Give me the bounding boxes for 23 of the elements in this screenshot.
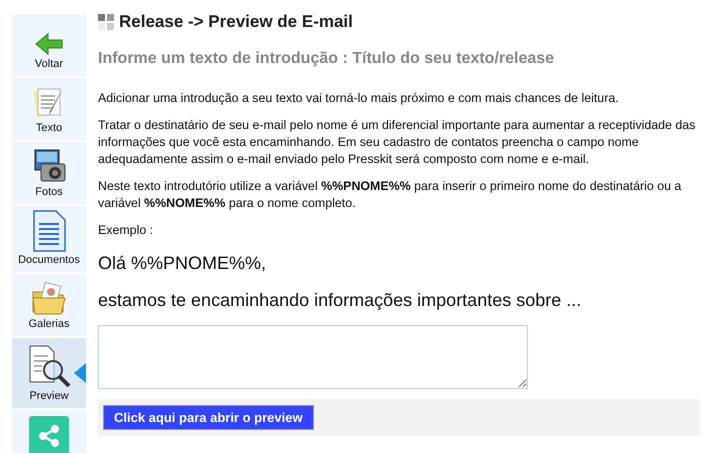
grid-squares-icon <box>98 14 114 30</box>
folder-picture-icon <box>31 280 67 316</box>
sidebar-item[interactable]: Documentos <box>12 206 86 272</box>
sidebar-item[interactable]: Texto <box>12 78 86 140</box>
section-subtitle: Informe um texto de introdução : Título do seu texto/release <box>98 50 556 68</box>
back-arrow-icon <box>34 32 64 56</box>
sidebar-item[interactable]: Galerias <box>12 274 86 336</box>
open-preview-button[interactable]: Click aqui para abrir o preview <box>103 405 314 430</box>
selection-pointer-icon <box>74 363 86 383</box>
sidebar-item[interactable]: Voltar <box>12 14 86 76</box>
sidebar-item[interactable] <box>12 410 86 453</box>
intro-text-field[interactable] <box>98 325 528 389</box>
sidebar-item[interactable]: Fotos <box>12 142 86 204</box>
example-text: estamos te encaminhando informações importantes sobre ... <box>98 290 582 311</box>
document-icon <box>32 210 66 252</box>
share-icon <box>29 416 69 453</box>
paragraph: Adicionar uma introdução a seu texto vai torná-lo mais próximo e com mais chances de leitura. <box>98 90 620 107</box>
paragraph: Neste texto introdutório utilize a variável %%PNOME%% para inserir o primeiro nome do destinatário ou a variável %%NOME%% para o nome completo. <box>98 178 682 212</box>
example-text: Olá %%PNOME%%, <box>98 253 268 274</box>
sidebar-item[interactable]: Preview <box>12 338 86 408</box>
paragraph: Tratar o destinatário de seu e-mail pelo nome é um diferencial importante para aumentar a receptividade das informações que você esta encaminhando. Em seu cadastro de contatos preencha o campo nome adequadamente assim o e-mail enviado pelo Presskit será composto com nome e e-mail. <box>98 117 696 168</box>
page-title: Release -> Preview de E-mail <box>119 12 353 32</box>
example-label: Exemplo : <box>98 222 154 239</box>
